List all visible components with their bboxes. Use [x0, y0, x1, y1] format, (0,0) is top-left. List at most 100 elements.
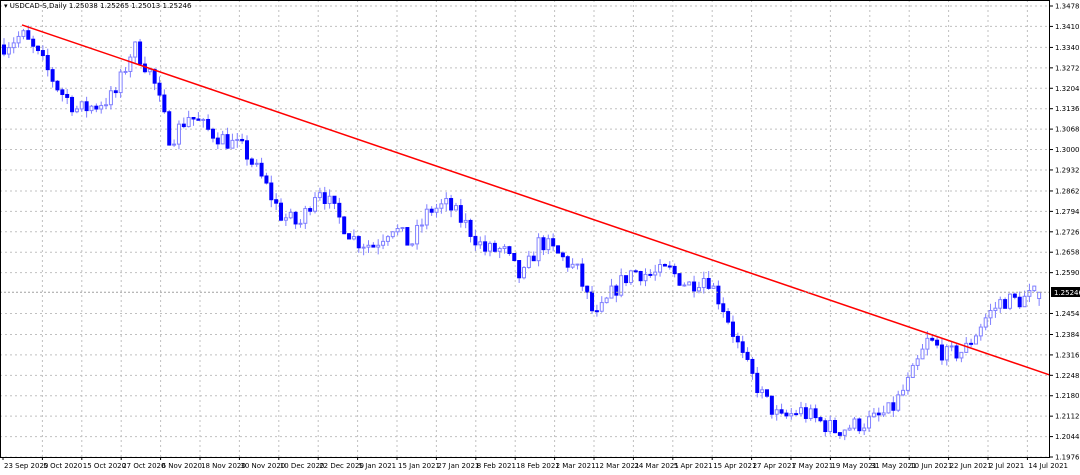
candle-bull — [123, 70, 128, 73]
candle-bull — [682, 284, 687, 287]
candle-bear — [210, 128, 215, 139]
candle-bear — [531, 255, 536, 262]
candle-bear — [614, 285, 619, 296]
candle-bear — [405, 227, 410, 246]
candle-bear — [755, 372, 760, 393]
candle-bear — [624, 275, 629, 284]
ohlc-close: 1.25246 — [162, 2, 192, 10]
candle-bear — [50, 69, 55, 82]
candle-bear — [26, 30, 31, 40]
candle-bear — [891, 402, 896, 411]
candle-bear — [580, 263, 585, 287]
candle-bull — [6, 47, 11, 55]
y-tick-label: 1.21800 — [1055, 392, 1080, 400]
candle-bear — [551, 238, 556, 247]
x-tick-label: 15 Apr 2021 — [713, 462, 756, 470]
candle-bear — [585, 285, 590, 293]
candle-bull — [1027, 290, 1032, 297]
candle-bear — [633, 270, 638, 273]
candle-bull — [964, 342, 969, 353]
candle-bull — [774, 409, 779, 415]
candle-bear — [779, 409, 784, 414]
candle-bull — [988, 310, 993, 319]
candle-bear — [181, 123, 186, 128]
candle-bear — [191, 117, 196, 120]
candle-bull — [351, 236, 356, 240]
candle-bear — [517, 260, 522, 279]
candle-bear — [706, 277, 711, 289]
candle-bull — [1032, 285, 1037, 292]
candle-bear — [31, 38, 36, 47]
candle-bull — [522, 266, 526, 279]
y-tick-label: 1.33400 — [1055, 44, 1080, 52]
candle-bull — [546, 238, 551, 251]
candle-bear — [84, 101, 89, 112]
candle-bear — [769, 395, 774, 415]
candle-bull — [147, 68, 152, 73]
candle-bear — [594, 310, 599, 313]
candle-bear — [876, 412, 881, 416]
candle-bull — [424, 208, 429, 226]
candle-bear — [638, 270, 643, 282]
candle-bear — [70, 96, 75, 113]
candle-bear — [215, 137, 220, 145]
candle-bear — [259, 162, 264, 177]
candle-bull — [395, 228, 400, 233]
candle-bull — [842, 429, 847, 436]
candle-bear — [196, 118, 201, 121]
candle-bear — [308, 208, 313, 212]
candle-bull — [118, 71, 123, 94]
candle-bull — [993, 307, 998, 312]
candle-bull — [599, 302, 604, 312]
candle-bear — [483, 241, 488, 252]
candle-bear — [40, 50, 45, 57]
y-tick-label: 1.30000 — [1055, 146, 1080, 154]
candle-bull — [959, 351, 964, 359]
candle-bull — [172, 143, 177, 146]
candle-bear — [264, 175, 269, 184]
candle-bear — [332, 195, 337, 204]
candle-bear — [954, 345, 959, 359]
candle-bear — [930, 337, 935, 341]
candle-bear — [322, 192, 327, 204]
candle-bear — [818, 417, 823, 422]
x-tick-label: 7 May 2021 — [792, 462, 833, 470]
candle-bull — [701, 277, 706, 289]
dropdown-arrow-icon[interactable]: ▾ — [4, 2, 8, 10]
x-tick-label: 10 Jun 2021 — [910, 462, 952, 470]
candle-bear — [429, 208, 434, 213]
candle-bear — [662, 263, 667, 267]
candle-bull — [760, 389, 765, 393]
candle-bull — [973, 335, 978, 345]
time-axis: 23 Sep 20205 Oct 2020 15 Oct 202027 Oct 2… — [2, 457, 1068, 470]
candle-bull — [478, 241, 483, 246]
candle-bull — [186, 117, 191, 128]
candle-bull — [905, 376, 910, 391]
x-tick-label: 14 Jul 2021 — [1028, 462, 1068, 470]
candle-bull — [400, 227, 405, 230]
candle-bear — [473, 235, 478, 246]
candle-bull — [901, 389, 906, 396]
candle-bull — [230, 139, 235, 149]
candle-bull — [390, 231, 395, 238]
candle-bull — [317, 192, 322, 199]
candle-bear — [55, 80, 60, 91]
candle-bull — [998, 299, 1003, 309]
candle-bear — [560, 252, 565, 258]
candle-bull — [910, 364, 915, 378]
candle-bull — [808, 408, 813, 419]
candle-bull — [128, 56, 133, 72]
candle-bull — [1007, 293, 1012, 309]
current-price-text: 1.25246 — [1054, 289, 1080, 297]
trendline[interactable] — [21, 24, 1051, 376]
x-tick-label: 24 Mar 2021 — [634, 462, 678, 470]
candle-bear — [648, 273, 653, 276]
candle-bear — [371, 244, 376, 248]
candle-bear — [337, 202, 342, 218]
candle-bear — [813, 408, 818, 419]
candle-bear — [784, 412, 789, 417]
candle-bull — [536, 237, 541, 262]
candle-bear — [206, 118, 211, 130]
x-tick-label: 18 Nov 2020 — [201, 462, 246, 470]
candle-bear — [2, 44, 6, 55]
